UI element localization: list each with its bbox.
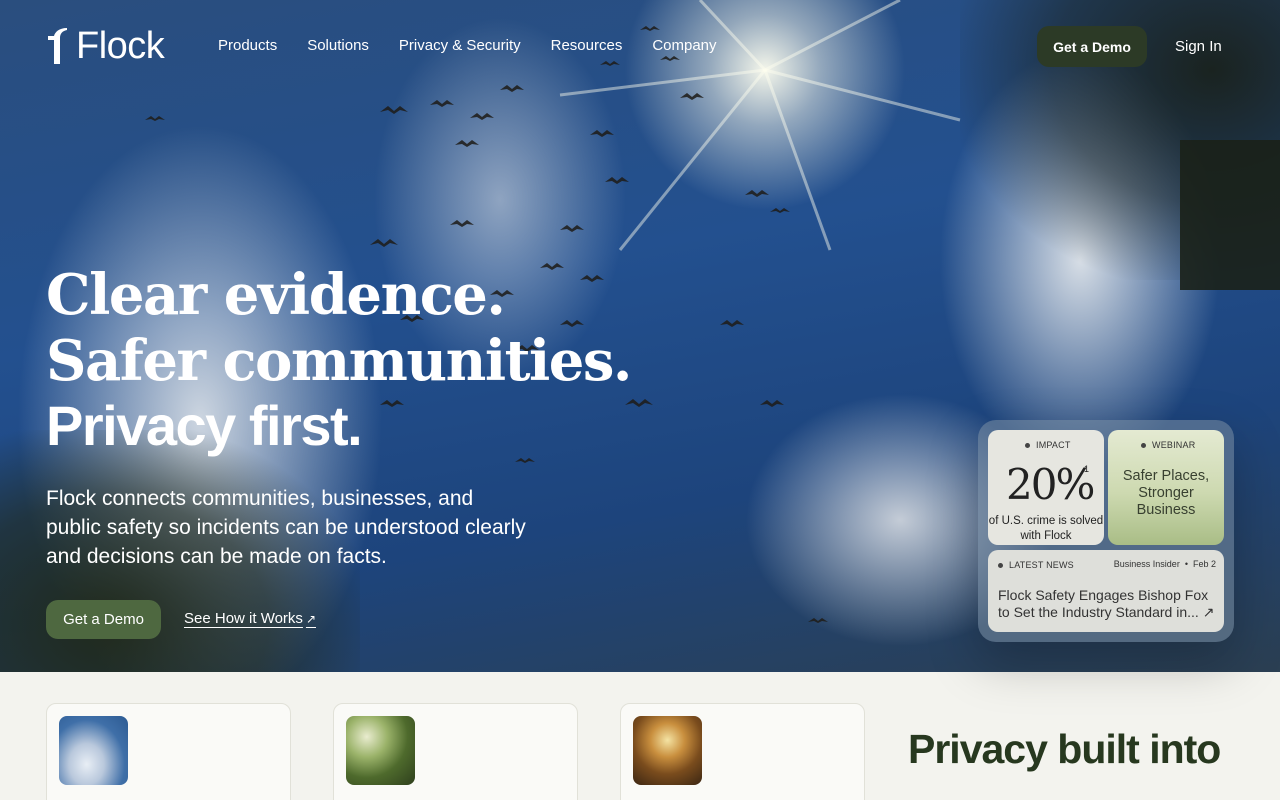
top-nav: Flock Products Solutions Privacy & Secur… bbox=[0, 0, 1280, 92]
arrow-up-right-icon: ↗ bbox=[1202, 604, 1215, 620]
feature-card-3[interactable] bbox=[620, 703, 865, 800]
impact-footnote: 1 bbox=[1084, 464, 1090, 474]
nav-link-company[interactable]: Company bbox=[652, 36, 716, 56]
news-source: Business Insider • Feb 2 bbox=[1113, 559, 1216, 569]
forest-thumbnail bbox=[633, 716, 702, 785]
logo-text: Flock bbox=[76, 25, 165, 67]
headline-line-2: Safer communities. bbox=[46, 328, 632, 394]
impact-tag: IMPACT bbox=[1025, 440, 1071, 450]
privacy-section-title: Privacy built into bbox=[908, 726, 1221, 772]
news-card[interactable]: LATEST NEWS Business Insider • Feb 2 Flo… bbox=[988, 550, 1224, 632]
nav-link-resources[interactable]: Resources bbox=[551, 36, 623, 56]
news-title: Flock Safety Engages Bishop Fox to Set t… bbox=[998, 587, 1222, 621]
impact-number: 20% bbox=[1006, 460, 1095, 509]
impact-tag-label: IMPACT bbox=[1036, 440, 1071, 450]
headline-line-1: Clear evidence. bbox=[46, 262, 506, 328]
nav-link-privacy-security[interactable]: Privacy & Security bbox=[399, 36, 521, 56]
headline-line-3: Privacy first. bbox=[46, 394, 363, 457]
news-tag: LATEST NEWS bbox=[998, 560, 1074, 570]
feature-card-2[interactable] bbox=[333, 703, 578, 800]
nav-link-solutions[interactable]: Solutions bbox=[307, 36, 369, 56]
highlights-panel: IMPACT 20% 1 of U.S. crime is solved wit… bbox=[978, 420, 1234, 642]
bullet-dot-icon bbox=[1141, 442, 1146, 448]
logo-link[interactable]: Flock bbox=[46, 25, 165, 67]
news-tag-label: LATEST NEWS bbox=[1009, 560, 1074, 570]
bullet-dot-icon bbox=[998, 562, 1003, 568]
impact-text: of U.S. crime is solved with Flock bbox=[988, 515, 1104, 542]
webinar-title: Safer Places, Stronger Business bbox=[1122, 468, 1210, 518]
bullet-dot-icon bbox=[1025, 442, 1030, 448]
leaves-thumbnail bbox=[346, 716, 415, 785]
see-how-it-works-link[interactable]: See How it Works ↗ bbox=[184, 610, 316, 627]
nav-get-demo-button[interactable]: Get a Demo bbox=[1037, 26, 1147, 67]
hero-headline: Clear evidence. Safer communities. Priva… bbox=[46, 262, 632, 458]
sign-in-link[interactable]: Sign In bbox=[1175, 38, 1222, 55]
webinar-card[interactable]: WEBINAR Safer Places, Stronger Business bbox=[1108, 430, 1224, 545]
sky-thumbnail bbox=[59, 716, 128, 785]
webinar-tag: WEBINAR bbox=[1141, 440, 1195, 450]
webinar-tag-label: WEBINAR bbox=[1152, 440, 1196, 450]
see-how-label: See How it Works bbox=[184, 610, 303, 627]
arrow-up-right-icon: ↗ bbox=[305, 612, 316, 626]
feature-card-1[interactable] bbox=[46, 703, 291, 800]
hero-subhead: Flock connects communities, businesses, … bbox=[46, 487, 526, 568]
hero-get-demo-button[interactable]: Get a Demo bbox=[46, 600, 161, 639]
news-title-text: Flock Safety Engages Bishop Fox to Set t… bbox=[998, 587, 1209, 620]
nav-link-products[interactable]: Products bbox=[218, 36, 277, 56]
news-date: Feb 2 bbox=[1192, 559, 1216, 569]
flock-logo-icon bbox=[48, 28, 67, 64]
news-source-name: Business Insider bbox=[1113, 559, 1180, 569]
nav-links: Products Solutions Privacy & Security Re… bbox=[218, 36, 717, 56]
impact-card[interactable]: IMPACT 20% 1 of U.S. crime is solved wit… bbox=[988, 430, 1104, 545]
